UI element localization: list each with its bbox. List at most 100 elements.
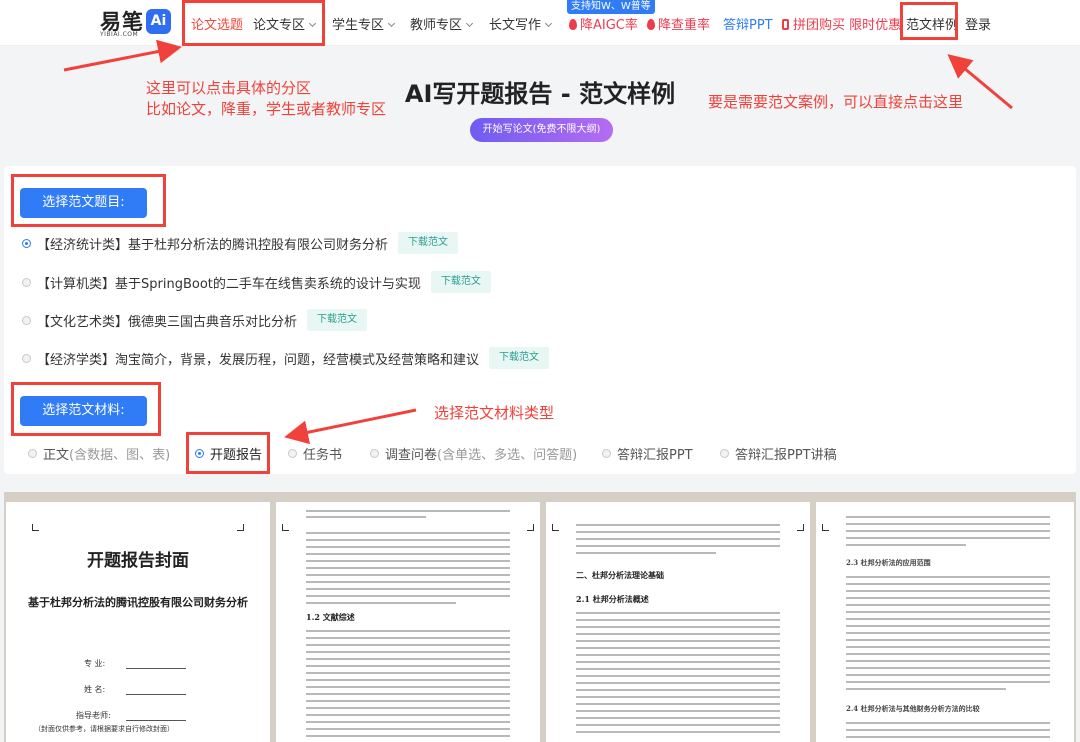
radio-icon[interactable]: [28, 449, 37, 458]
topic-item[interactable]: 【经济学类】淘宝简介，背景，发展历程，问题，经营模式及经营策略和建议 下载范文: [22, 347, 550, 369]
subsection-heading: 2.4 杜邦分析法与其他财务分析方法的比较: [846, 704, 980, 713]
nav-reduce-aigc-label: 降AIGC率: [580, 18, 638, 33]
text-line: [846, 523, 1050, 525]
download-button[interactable]: 下载范文: [398, 232, 459, 254]
crop-mark: [822, 524, 829, 531]
radio-icon[interactable]: [22, 238, 31, 248]
flame-icon: [569, 19, 577, 30]
topic-item[interactable]: 【经济统计类】基于杜邦分析法的腾讯控股有限公司财务分析 下载范文: [22, 232, 459, 254]
text-line: [846, 597, 1050, 599]
text-line: [846, 604, 1050, 606]
topic-item[interactable]: 【文化艺术类】俄德奥三国古典音乐对比分析 下载范文: [22, 309, 368, 331]
phone-icon: [782, 19, 789, 30]
text-line: [306, 532, 510, 534]
text-line: [846, 530, 1050, 532]
nav-student-zone[interactable]: 学生专区: [332, 14, 396, 33]
preview-page-2: 1.2 文献综述: [276, 502, 540, 742]
section-heading: 1.2 文献综述: [306, 612, 355, 622]
text-line: [576, 531, 780, 533]
text-line: [576, 724, 780, 726]
text-line: [846, 632, 1050, 634]
text-line: [576, 689, 780, 691]
topic-item[interactable]: 【计算机类】基于SpringBoot的二手车在线售卖系统的设计与实现 下载范文: [22, 271, 491, 293]
text-line: [306, 630, 510, 632]
text-line: [306, 658, 510, 660]
cover-underline: [126, 694, 186, 695]
text-line: [306, 553, 510, 555]
nav-reduce-duplicate[interactable]: 降查重率: [647, 14, 710, 33]
nav-login[interactable]: 登录: [965, 14, 991, 33]
annotation-left-line1: 这里可以点击具体的分区: [146, 79, 312, 97]
radio-icon[interactable]: [370, 449, 379, 458]
section-heading: 二、杜邦分析法理论基础: [576, 570, 664, 580]
radio-icon[interactable]: [288, 449, 297, 458]
text-line: [576, 619, 780, 621]
material-option-survey[interactable]: 调查问卷 (含单选、多选、问答题): [370, 444, 577, 463]
cover-title: 开题报告封面: [87, 551, 189, 571]
text-line: [576, 696, 780, 698]
text-line: [846, 722, 1050, 724]
annotation-box-nav-zones: [182, 0, 325, 46]
annotation-left: 这里可以点击具体的分区 比如论文，降重，学生或者教师专区: [146, 78, 386, 120]
text-line: [306, 588, 510, 590]
text-line: [306, 602, 456, 604]
annotation-material: 选择范文材料类型: [434, 404, 555, 422]
material-option-ppt[interactable]: 答辩汇报PPT: [602, 444, 693, 463]
material-option-task[interactable]: 任务书: [288, 444, 342, 463]
site-logo[interactable]: 易笔 Ai YIBIAI.COM: [100, 6, 175, 40]
nav-reduce-aigc[interactable]: 降AIGC率: [569, 14, 638, 33]
download-button[interactable]: 下载范文: [430, 271, 491, 293]
crop-mark: [282, 524, 289, 531]
text-line: [846, 639, 1050, 641]
text-line: [846, 544, 966, 546]
nav-long-writing-label: 长文写作: [489, 18, 542, 33]
text-line: [306, 516, 426, 518]
text-line: [576, 640, 780, 642]
material-option-body[interactable]: 正文 (含数据、图、表): [28, 444, 170, 463]
text-line: [846, 667, 1050, 669]
material-label: 调查问卷: [385, 448, 438, 463]
text-line: [576, 717, 780, 719]
text-line: [576, 626, 780, 628]
text-line: [576, 633, 780, 635]
annotation-box-select-material: [11, 382, 161, 436]
nav-group-buy[interactable]: 拼团购买 限时优惠: [782, 14, 901, 33]
crop-mark: [32, 524, 39, 531]
radio-icon[interactable]: [22, 353, 31, 363]
material-option-ppt-script[interactable]: 答辩汇报PPT讲稿: [720, 444, 837, 463]
text-line: [306, 665, 510, 667]
logo-ai-badge: Ai: [146, 9, 171, 34]
radio-icon[interactable]: [720, 449, 729, 458]
nav-defense-ppt[interactable]: 答辩PPT: [723, 14, 773, 33]
text-line: [846, 660, 1050, 662]
text-line: [576, 612, 780, 614]
topic-text: 【文化艺术类】俄德奥三国古典音乐对比分析: [37, 314, 298, 330]
material-label: 正文: [43, 448, 70, 463]
text-line: [306, 539, 510, 541]
text-line: [846, 688, 1006, 690]
radio-icon[interactable]: [602, 449, 611, 458]
text-line: [306, 567, 510, 569]
chevron-down-icon: [544, 19, 553, 28]
download-button[interactable]: 下载范文: [307, 309, 368, 331]
nav-teacher-zone[interactable]: 教师专区: [410, 14, 474, 33]
download-button[interactable]: 下载范文: [489, 347, 550, 369]
text-line: [306, 574, 510, 576]
radio-icon[interactable]: [22, 315, 31, 325]
text-line: [846, 590, 1050, 592]
subsection-heading: 2.1 杜邦分析法概述: [576, 594, 649, 604]
text-line: [576, 545, 780, 547]
start-writing-button[interactable]: 开始写论文(免费不限大纲): [470, 118, 613, 142]
nav-long-writing[interactable]: 长文写作: [489, 14, 553, 33]
material-hint: (含单选、多选、问答题): [437, 448, 578, 463]
radio-icon[interactable]: [22, 277, 31, 287]
crop-mark: [552, 524, 559, 531]
text-line: [306, 581, 510, 583]
text-line: [306, 672, 510, 674]
text-line: [576, 538, 780, 540]
text-line: [306, 735, 510, 737]
annotation-box-sample-essays: [900, 2, 958, 40]
nav-reduce-duplicate-label: 降查重率: [658, 18, 711, 33]
subsection-heading: 2.3 杜邦分析法的应用范围: [846, 558, 931, 567]
text-line: [576, 524, 780, 526]
